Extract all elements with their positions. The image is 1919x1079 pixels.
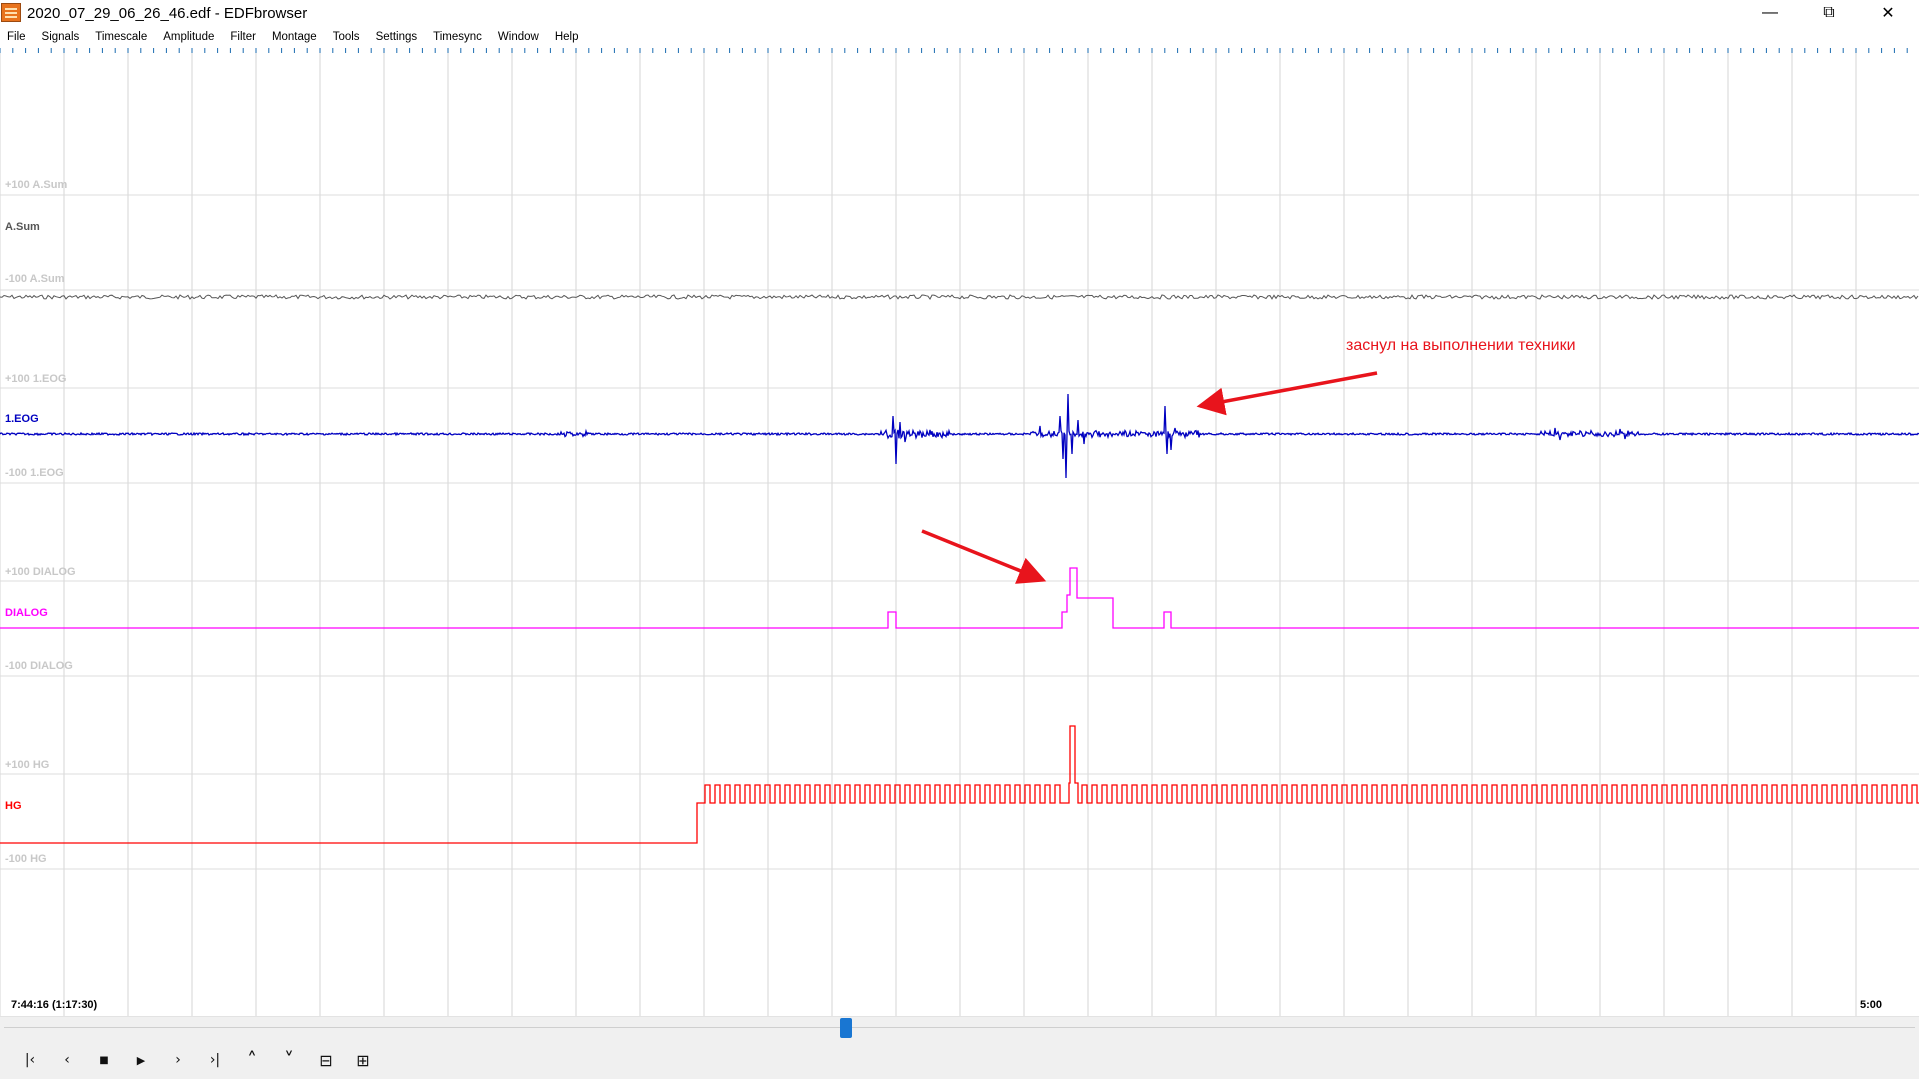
time-scrollbar[interactable]	[0, 1016, 1919, 1039]
time-position-label: 7:44:16 (1:17:30)	[11, 999, 98, 1011]
page-forward-icon: ›	[175, 1052, 181, 1068]
asum-label[interactable]: A.Sum	[5, 221, 40, 233]
play-button[interactable]: ▶	[128, 1049, 154, 1071]
hg-label[interactable]: HG	[5, 800, 22, 812]
scroll-down-button[interactable]: ˅	[276, 1048, 302, 1072]
annotation-arrows	[921, 371, 1378, 584]
page-back-button[interactable]: ‹	[54, 1049, 80, 1071]
arrow-dialog	[921, 529, 1047, 584]
chevron-up-icon: ˄	[247, 1048, 257, 1072]
eog-lower-scale: -100 1.EOG	[5, 467, 64, 479]
dialog-label[interactable]: DIALOG	[5, 607, 48, 619]
zoom-out-button[interactable]: ⊟	[313, 1049, 339, 1071]
hg-lower-scale: -100 HG	[5, 853, 47, 865]
stop-button[interactable]: ■	[91, 1049, 117, 1071]
scroll-track	[4, 1027, 1915, 1028]
scroll-handle[interactable]	[840, 1018, 852, 1038]
annotation-text: заснул на выполнении техники	[1346, 337, 1576, 354]
signal-view[interactable]	[0, 0, 1919, 1016]
zoom-in-button[interactable]: ⊞	[350, 1049, 376, 1071]
zoom-out-icon: ⊟	[319, 1050, 333, 1070]
go-start-icon: |‹	[24, 1052, 36, 1068]
go-end-icon: ›|	[209, 1052, 221, 1068]
chevron-down-icon: ˅	[284, 1048, 294, 1072]
go-end-button[interactable]: ›|	[202, 1049, 228, 1071]
navigation-toolbar: |‹ ‹ ■ ▶ › ›| ˄ ˅ ⊟ ⊞	[0, 1039, 1919, 1079]
zoom-in-icon: ⊞	[356, 1050, 370, 1070]
hg-upper-scale: +100 HG	[5, 759, 50, 771]
scroll-up-button[interactable]: ˄	[239, 1048, 265, 1072]
page-back-icon: ‹	[64, 1052, 70, 1068]
eog-upper-scale: +100 1.EOG	[5, 373, 67, 385]
go-start-button[interactable]: |‹	[17, 1049, 43, 1071]
asum-trace	[0, 294, 1919, 300]
arrow-eog	[1196, 371, 1378, 416]
page-span-label: 5:00	[1860, 999, 1883, 1011]
eog-label[interactable]: 1.EOG	[5, 413, 39, 425]
time-grid	[0, 48, 1919, 1016]
play-icon: ▶	[136, 1053, 146, 1067]
asum-upper-scale: +100 A.Sum	[5, 179, 68, 191]
stop-icon: ■	[99, 1054, 109, 1066]
dialog-upper-scale: +100 DIALOG	[5, 566, 76, 578]
dialog-lower-scale: -100 DIALOG	[5, 660, 73, 672]
asum-lower-scale: -100 A.Sum	[5, 273, 65, 285]
page-forward-button[interactable]: ›	[165, 1049, 191, 1071]
